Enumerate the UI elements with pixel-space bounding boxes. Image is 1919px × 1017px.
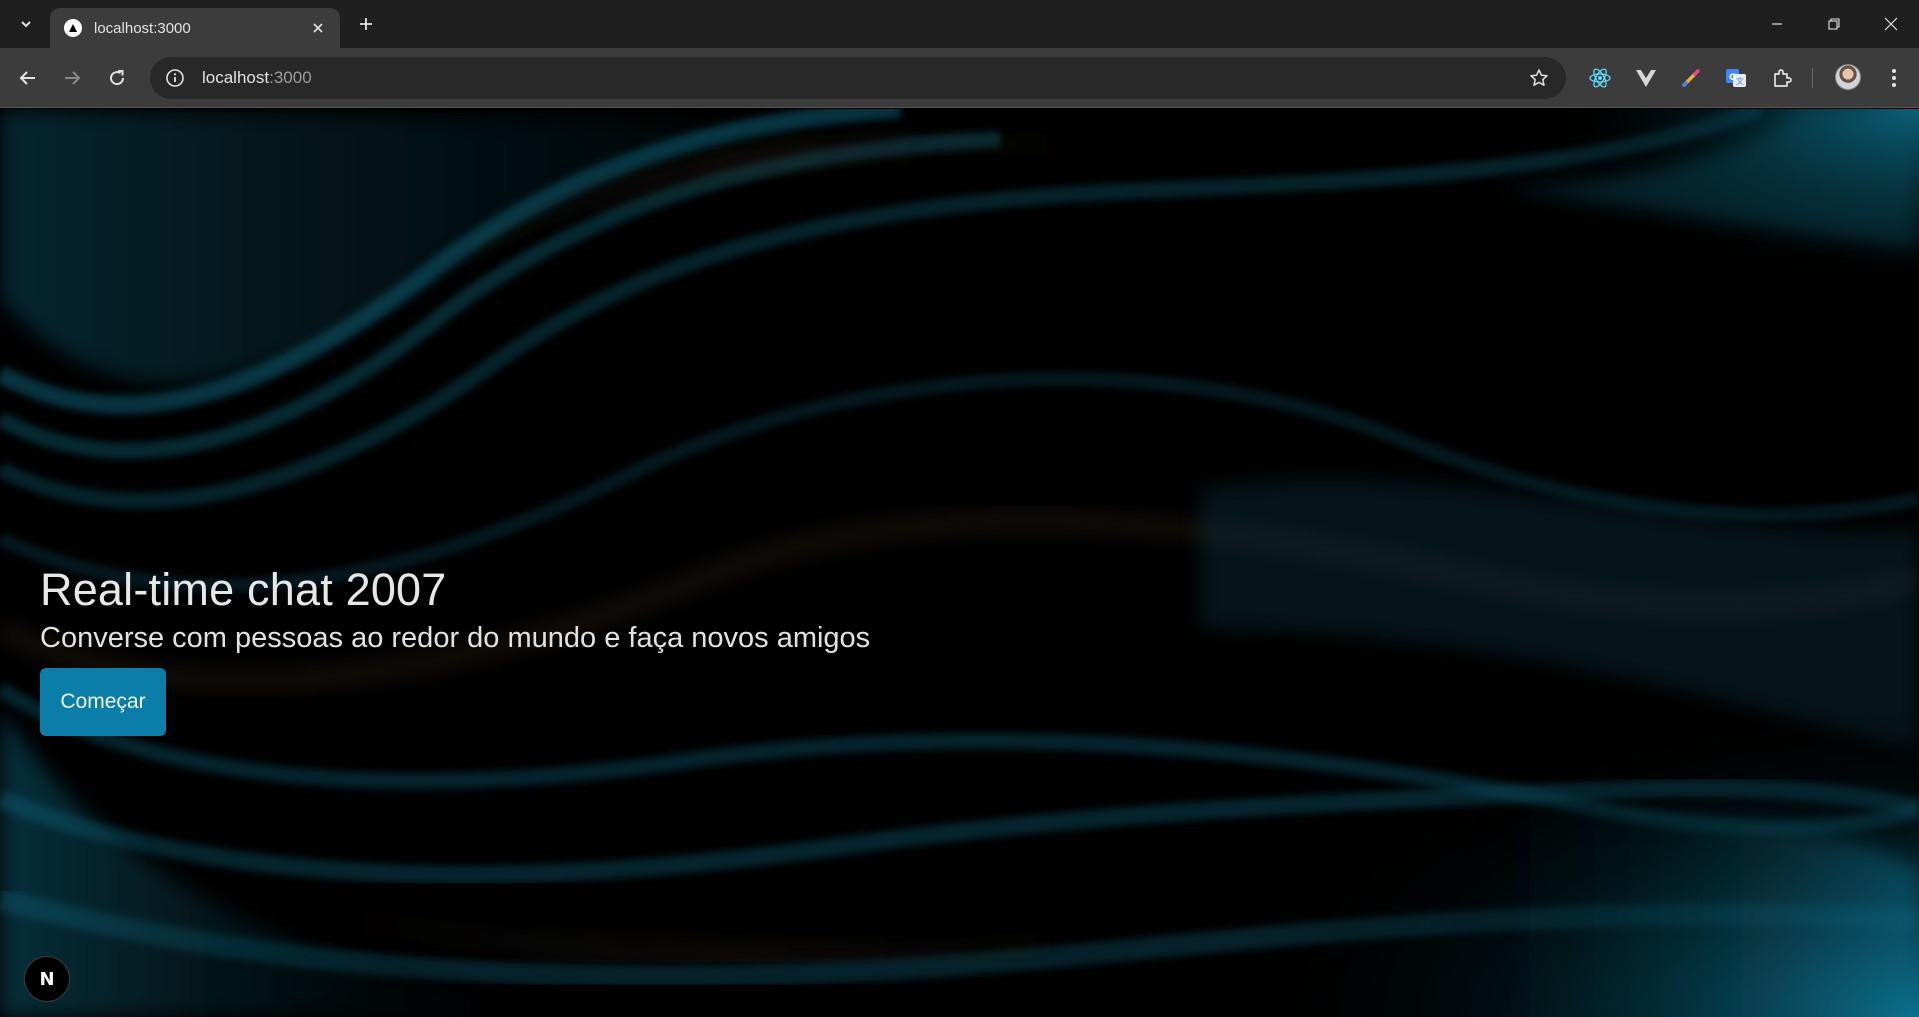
arrow-right-icon	[65, 71, 81, 85]
browser-tabstrip: localhost:3000	[0, 0, 1919, 48]
color-picker-icon[interactable]	[1677, 64, 1705, 92]
tab-close-button[interactable]	[308, 18, 328, 38]
reload-icon	[110, 70, 125, 86]
site-info-icon[interactable]	[164, 67, 186, 89]
google-translate-icon[interactable]: G文	[1722, 64, 1750, 92]
toolbar-divider	[1812, 68, 1813, 88]
svg-text:文: 文	[1736, 76, 1744, 86]
nextjs-favicon-icon	[64, 19, 82, 37]
wave-background	[0, 109, 1919, 1017]
vue-devtools-icon[interactable]	[1632, 64, 1660, 92]
browser-tab[interactable]: localhost:3000	[50, 8, 340, 48]
profile-avatar[interactable]	[1835, 64, 1861, 90]
start-button[interactable]: Começar	[40, 668, 166, 736]
url-port: :3000	[269, 68, 312, 87]
chevron-down-icon	[21, 21, 31, 28]
close-window-button[interactable]	[1862, 0, 1919, 48]
extensions-puzzle-icon[interactable]	[1768, 64, 1796, 92]
bookmark-star-icon[interactable]	[1528, 67, 1550, 89]
close-icon	[313, 23, 323, 33]
page-subtitle: Converse com pessoas ao redor do mundo e…	[40, 622, 871, 654]
reload-button[interactable]	[101, 62, 133, 94]
forward-button[interactable]	[56, 62, 88, 94]
more-vertical-icon	[1892, 69, 1896, 87]
url-host: localhost	[202, 68, 270, 87]
plus-icon	[360, 18, 372, 30]
restore-button[interactable]	[1805, 0, 1862, 48]
back-button[interactable]	[12, 62, 44, 94]
window-controls	[1748, 0, 1919, 48]
address-bar[interactable]: localhost:3000	[150, 57, 1566, 99]
tab-search-button[interactable]	[10, 10, 42, 38]
new-tab-button[interactable]	[352, 10, 380, 38]
minimize-icon	[1771, 23, 1782, 25]
page-viewport: Real-time chat 2007 Converse com pessoas…	[0, 109, 1919, 1017]
page-title: Real-time chat 2007	[40, 564, 447, 615]
hero-section: Real-time chat 2007 Converse com pessoas…	[40, 564, 870, 736]
tab-title: localhost:3000	[94, 19, 191, 37]
arrow-left-icon	[19, 71, 35, 85]
react-devtools-icon[interactable]	[1586, 64, 1614, 92]
nextjs-dev-indicator[interactable]: N	[24, 956, 70, 1002]
restore-icon	[1827, 18, 1840, 30]
nextjs-logo-icon: N	[39, 968, 55, 990]
browser-toolbar: localhost:3000 G文	[0, 48, 1919, 108]
close-icon	[1884, 17, 1897, 31]
minimize-button[interactable]	[1748, 0, 1805, 48]
browser-menu-button[interactable]	[1880, 64, 1908, 92]
